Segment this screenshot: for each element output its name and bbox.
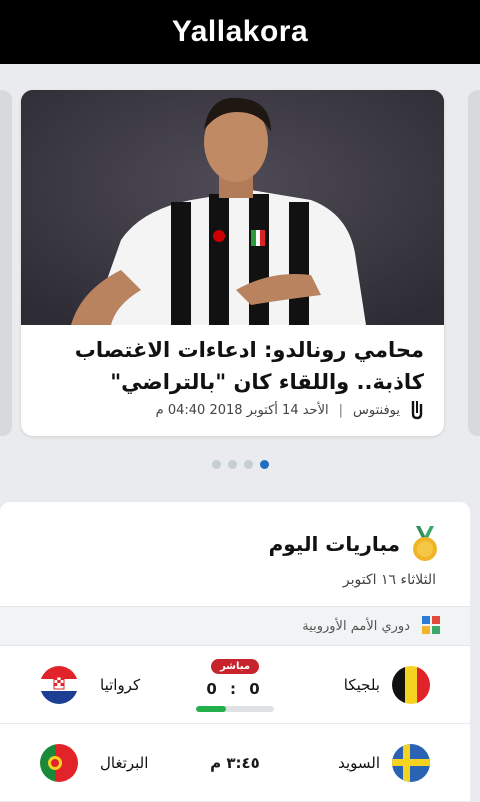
portugal-flag-icon: [40, 744, 78, 782]
away-team-name[interactable]: البرتغال: [100, 754, 148, 772]
home-team[interactable]: بلجيكا: [344, 666, 430, 704]
league-row[interactable]: دوري الأمم الأوروبية: [0, 606, 470, 646]
juventus-logo-icon: [411, 401, 423, 420]
previous-slide-peek[interactable]: [0, 90, 12, 436]
match-status: مباشر 0 : 0: [196, 654, 274, 712]
carousel-dot[interactable]: [211, 460, 221, 469]
match-score: 0 : 0: [206, 680, 264, 698]
news-card[interactable]: محامي رونالدو: ادعاءات الاغتصاب كاذبة.. …: [21, 90, 444, 436]
carousel-dots: [0, 460, 480, 469]
league-name[interactable]: دوري الأمم الأوروبية: [302, 619, 410, 634]
match-progress-bar: [196, 706, 274, 712]
croatia-flag-icon: [40, 666, 78, 704]
nations-league-icon: [422, 616, 440, 634]
away-team[interactable]: البرتغال: [40, 744, 148, 782]
news-carousel[interactable]: محامي رونالدو: ادعاءات الاغتصاب كاذبة.. …: [0, 64, 480, 484]
medal-icon: [413, 526, 437, 561]
matches-date: الثلاثاء ١٦ اكتوبر: [342, 572, 436, 588]
next-slide-peek[interactable]: [468, 90, 480, 436]
carousel-dot-active[interactable]: [259, 460, 269, 469]
belgium-flag-icon: [392, 666, 430, 704]
news-club[interactable]: يوفنتوس: [353, 403, 400, 418]
news-datetime: الأحد 14 أكتوبر 2018 04:40 م: [155, 402, 329, 418]
meta-separator: |: [338, 402, 344, 418]
todays-matches-panel: مباريات اليوم الثلاثاء ١٦ اكتوبر دوري ال…: [0, 502, 470, 802]
match-row[interactable]: السويد ٣:٤٥ م البرتغال: [0, 724, 470, 802]
home-team[interactable]: السويد: [338, 744, 430, 782]
home-team-name[interactable]: السويد: [338, 754, 380, 772]
carousel-dot[interactable]: [243, 460, 253, 469]
away-team[interactable]: كرواتيا: [40, 666, 140, 704]
news-headline[interactable]: محامي رونالدو: ادعاءات الاغتصاب كاذبة.. …: [34, 334, 424, 398]
kickoff-time: ٣:٤٥ م: [210, 754, 260, 772]
home-team-name[interactable]: بلجيكا: [344, 676, 380, 694]
carousel-dot[interactable]: [227, 460, 237, 469]
away-team-name[interactable]: كرواتيا: [100, 676, 140, 694]
match-progress-fill: [196, 706, 226, 712]
matches-header: مباريات اليوم: [269, 526, 440, 562]
app-logo[interactable]: Yallakora: [172, 15, 308, 49]
news-meta: يوفنتوس | الأحد 14 أكتوبر 2018 04:40 م: [156, 400, 424, 420]
news-image[interactable]: [21, 90, 444, 325]
match-row[interactable]: بلجيكا مباشر 0 : 0 كرواتيا: [0, 646, 470, 724]
top-bar: Yallakora: [0, 0, 480, 64]
matches-title: مباريات اليوم: [268, 532, 400, 556]
live-badge: مباشر: [210, 659, 260, 674]
sweden-flag-icon: [392, 744, 430, 782]
